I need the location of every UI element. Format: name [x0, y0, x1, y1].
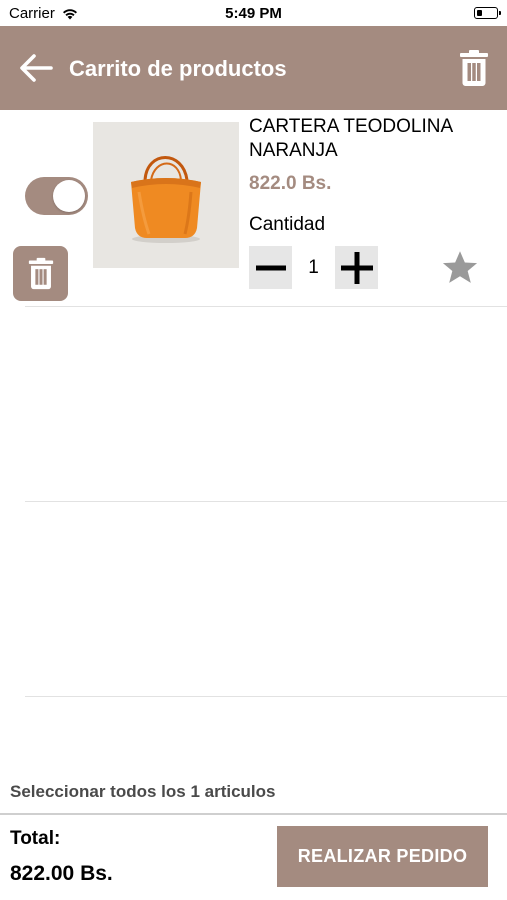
favorite-button[interactable]	[440, 248, 480, 288]
battery-level	[477, 10, 483, 16]
footer-divider	[0, 813, 507, 815]
toggle-knob	[53, 180, 85, 212]
row-divider	[25, 501, 507, 502]
clock: 5:49 PM	[225, 5, 282, 22]
battery-icon	[474, 7, 501, 19]
page-title: Carrito de productos	[69, 56, 287, 81]
status-bar: Carrier 5:49 PM	[0, 0, 507, 26]
remove-item-button[interactable]	[13, 246, 68, 301]
back-button[interactable]	[16, 50, 56, 86]
app-header: Carrito de productos	[0, 26, 507, 110]
handbag-image	[93, 122, 239, 268]
total-label: Total:	[10, 828, 61, 849]
total-value: 822.00 Bs.	[10, 862, 113, 885]
star-icon	[442, 251, 478, 283]
trash-icon	[460, 50, 488, 86]
quantity-increase-button[interactable]	[335, 246, 378, 289]
item-select-toggle[interactable]	[25, 177, 88, 215]
product-price: 822.0 Bs.	[249, 173, 332, 194]
minus-icon	[255, 265, 286, 270]
place-order-button[interactable]: REALIZAR PEDIDO	[277, 826, 488, 887]
row-divider	[25, 306, 507, 307]
arrow-left-icon	[20, 54, 53, 82]
product-name: CARTERA TEODOLINA NARANJA	[249, 116, 453, 161]
cart-item: CARTERA TEODOLINA NARANJA 822.0 Bs. Cant…	[0, 110, 507, 306]
plus-icon	[340, 251, 373, 284]
row-divider	[25, 696, 507, 697]
quantity-label: Cantidad	[249, 214, 326, 235]
select-all-label[interactable]: Seleccionar todos los 1 articulos	[10, 782, 275, 802]
quantity-decrease-button[interactable]	[249, 246, 292, 289]
quantity-value: 1	[308, 256, 319, 278]
cart-screen: Carrier 5:49 PM Carrito de productos CAR…	[0, 0, 507, 900]
clear-cart-button[interactable]	[457, 48, 491, 88]
product-image[interactable]	[93, 122, 239, 268]
trash-icon	[28, 257, 53, 290]
